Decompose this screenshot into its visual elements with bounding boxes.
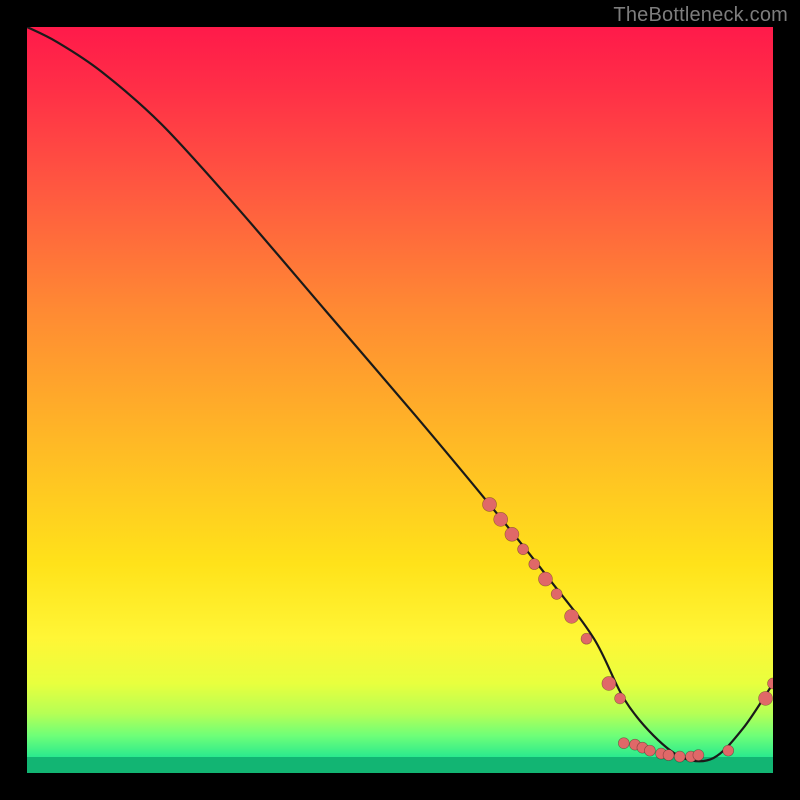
data-marker [663, 750, 674, 761]
attribution-text: TheBottleneck.com [613, 4, 788, 27]
data-marker [768, 678, 774, 689]
data-marker [494, 512, 508, 526]
chart-svg [27, 27, 773, 773]
data-marker [644, 745, 655, 756]
data-marker [505, 527, 519, 541]
data-marker [565, 609, 579, 623]
data-marker [618, 738, 629, 749]
data-marker [723, 745, 734, 756]
data-markers [483, 497, 773, 762]
data-marker [581, 633, 592, 644]
bottleneck-curve [27, 27, 773, 761]
data-marker [615, 693, 626, 704]
chart-frame: TheBottleneck.com [0, 0, 800, 800]
data-marker [693, 750, 704, 761]
data-marker [602, 676, 616, 690]
data-marker [483, 497, 497, 511]
data-marker [538, 572, 552, 586]
plot-area [27, 27, 773, 773]
data-marker [551, 588, 562, 599]
data-marker [759, 691, 773, 705]
data-marker [529, 559, 540, 570]
data-marker [674, 751, 685, 762]
data-marker [518, 544, 529, 555]
